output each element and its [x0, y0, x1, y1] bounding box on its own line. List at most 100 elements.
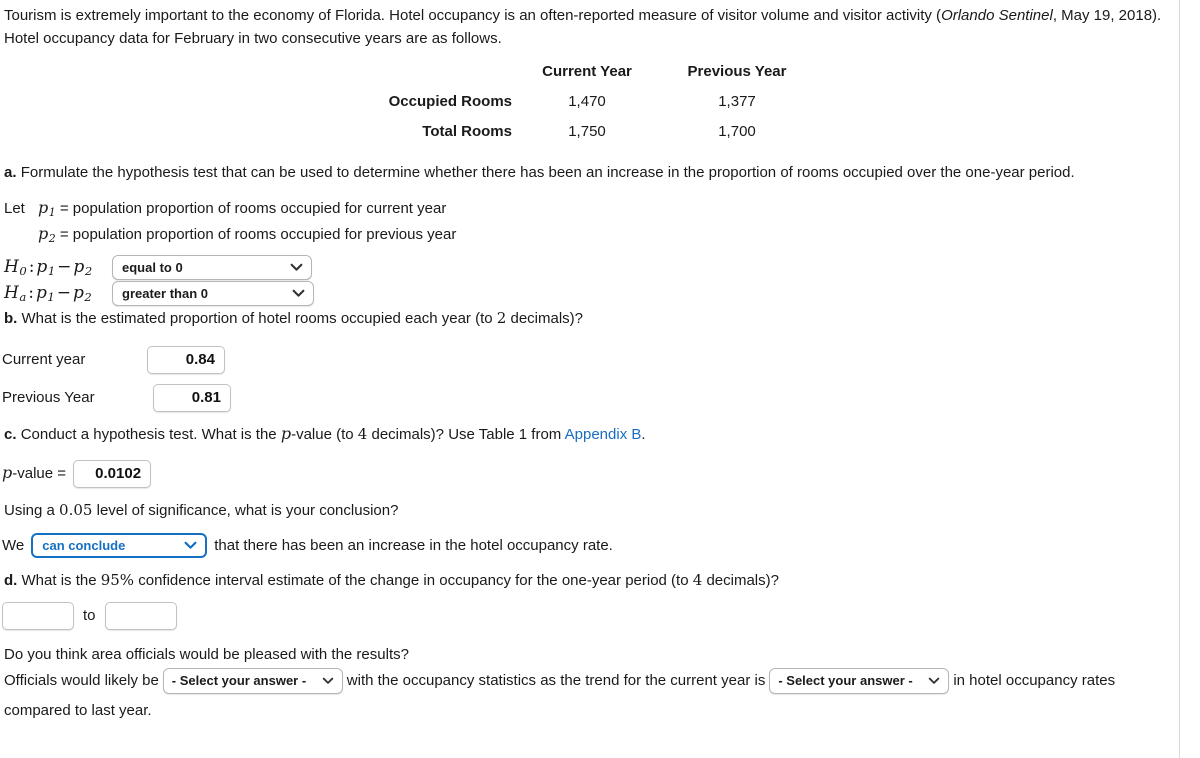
- confidence-interval-row: to: [2, 602, 1200, 631]
- part-d-prompt-post: decimals)?: [702, 571, 779, 589]
- current-year-input-cell: 0.84: [147, 345, 231, 384]
- conclusion-tail-text: that there has been an increase in the h…: [214, 536, 613, 554]
- part-c-prompt-mid: -value (to: [291, 425, 358, 443]
- trend-direction-placeholder: - Select your answer -: [778, 673, 913, 689]
- part-b-marker: b.: [4, 309, 18, 327]
- part-b-prompt-pre: What is the estimated proportion of hote…: [21, 309, 497, 327]
- alternative-hypothesis-select[interactable]: greater than 0: [112, 281, 314, 306]
- part-c-prompt-pre: Conduct a hypothesis test. What is the: [20, 425, 281, 443]
- part-d-prompt-mid: confidence interval estimate of the chan…: [134, 571, 693, 589]
- p-italic-symbol: p: [280, 423, 292, 443]
- current-year-proportion-input[interactable]: 0.84: [147, 345, 225, 374]
- current-year-label: Current year: [2, 351, 86, 369]
- part-d-decimals: 4: [692, 570, 703, 589]
- chevron-down-icon: [322, 669, 334, 693]
- intro-text-before: Tourism is extremely important to the ec…: [4, 7, 942, 24]
- proportion-row-current-year: Current year 0.84: [2, 345, 231, 384]
- officials-question: Do you think area officials would be ple…: [4, 646, 409, 664]
- worksheet-page: Tourism is extremely important to the ec…: [0, 0, 1200, 758]
- null-hypothesis-row: H0: p1− p2 equal to 0: [4, 255, 1200, 281]
- officials-sentiment-select[interactable]: - Select your answer -: [162, 668, 343, 695]
- p1-symbol: p1: [38, 197, 56, 219]
- table-row: Total Rooms 1,750 1,700: [2, 117, 812, 147]
- significance-question: Using a 0.05 level of significance, what…: [2, 499, 1200, 522]
- chevron-down-icon: [292, 282, 305, 305]
- occupied-rooms-previous: 1,377: [718, 92, 756, 110]
- officials-statement: Officials would likely be - Select your a…: [2, 666, 1200, 726]
- p-value-label-symbol: p: [2, 463, 13, 483]
- previous-year-input-cell: 0.81: [147, 383, 231, 422]
- viewport-right-rule: [1179, 0, 1180, 758]
- part-d-prompt: d. What is the 95% confidence interval e…: [2, 569, 1200, 592]
- conclusion-select[interactable]: can conclude: [31, 532, 208, 558]
- h0-math-expression: H0: p1− p2: [4, 256, 93, 279]
- part-d-confidence-level: 95%: [100, 570, 135, 589]
- table-corner-cell: [2, 57, 512, 87]
- appendix-b-link[interactable]: Appendix B: [565, 426, 642, 443]
- officials-sentiment-placeholder: - Select your answer -: [171, 673, 307, 689]
- occupied-rooms-current: 1,470: [568, 92, 606, 110]
- confidence-interval-upper-input[interactable]: [104, 602, 177, 631]
- p-value-input[interactable]: 0.0102: [73, 459, 152, 488]
- variable-definition-p1: Let p1 = population proportion of rooms o…: [4, 196, 1200, 222]
- table-header-row: Current Year Previous Year: [2, 57, 812, 87]
- p1-definition-text: = population proportion of rooms occupie…: [59, 199, 447, 217]
- row-label-occupied-rooms: Occupied Rooms: [388, 92, 512, 110]
- intro-source-name: Orlando Sentinel: [941, 7, 1053, 24]
- let-label: Let: [4, 199, 25, 217]
- variable-definition-p2: p2 = population proportion of rooms occu…: [4, 222, 1200, 248]
- part-d-marker: d.: [4, 571, 18, 589]
- occupancy-data-table: Current Year Previous Year Occupied Room…: [2, 57, 812, 147]
- previous-year-proportion-input[interactable]: 0.81: [153, 383, 231, 412]
- estimated-proportions-table: Current year 0.84 Previous Year 0.81: [2, 345, 231, 422]
- part-d-prompt-pre: What is the: [21, 571, 101, 589]
- table-header-current-year: Current Year: [542, 62, 632, 80]
- part-a-prompt: a. Formulate the hypothesis test that ca…: [2, 161, 1200, 184]
- total-rooms-previous: 1,700: [718, 122, 756, 140]
- table-row: Occupied Rooms 1,470 1,377: [2, 87, 812, 117]
- p2-symbol: p2: [38, 223, 56, 245]
- p-value-label-text: -value =: [12, 465, 67, 483]
- officials-mid-text: with the occupancy statistics as the tre…: [346, 672, 766, 690]
- hypothesis-block: H0: p1− p2 equal to 0 Ha: p1− p2 greater tha…: [2, 255, 1200, 307]
- officials-pre-text: Officials would likely be: [4, 672, 159, 690]
- chevron-down-icon: [184, 535, 197, 556]
- confidence-interval-lower-input[interactable]: [2, 602, 74, 631]
- part-a-marker: a.: [4, 163, 17, 181]
- table-header-previous-year: Previous Year: [687, 62, 787, 80]
- p-value-label: p-value =: [2, 461, 66, 486]
- proportion-row-previous-year: Previous Year 0.81: [2, 383, 231, 422]
- trend-direction-select[interactable]: - Select your answer -: [769, 668, 950, 695]
- part-c-prompt: c. Conduct a hypothesis test. What is th…: [2, 422, 1200, 447]
- previous-year-label: Previous Year: [2, 389, 95, 407]
- significance-level: 0.05: [59, 500, 93, 519]
- part-c-prompt-end: .: [641, 425, 646, 443]
- alternative-hypothesis-row: Ha: p1− p2 greater than 0: [4, 281, 1200, 307]
- part-c-marker: c.: [4, 425, 17, 443]
- part-c-decimals: 4: [357, 424, 368, 443]
- significance-pre: Using a: [4, 501, 60, 519]
- row-label-total-rooms: Total Rooms: [422, 122, 512, 140]
- chevron-down-icon: [290, 256, 303, 279]
- conclusion-row: We can conclude that there has been an i…: [2, 532, 1200, 558]
- part-b-decimals: 2: [496, 308, 507, 327]
- p2-definition-text: = population proportion of rooms occupie…: [59, 225, 457, 243]
- part-b-prompt-post: decimals)?: [506, 309, 584, 327]
- conclusion-selected-value: can conclude: [42, 537, 126, 553]
- confidence-interval-between-label: to: [83, 607, 96, 625]
- occupancy-table-wrapper: Current Year Previous Year Occupied Room…: [2, 57, 1200, 147]
- null-hypothesis-selected-value: equal to 0: [122, 260, 183, 275]
- p-value-row: p-value = 0.0102: [2, 459, 1200, 488]
- total-rooms-current: 1,750: [568, 122, 606, 140]
- part-a-definitions: Let p1 = population proportion of rooms o…: [2, 196, 1200, 248]
- ha-math-expression: Ha: p1− p2: [4, 282, 92, 305]
- alternative-hypothesis-selected-value: greater than 0: [122, 286, 208, 301]
- part-a-prompt-text: Formulate the hypothesis test that can b…: [20, 163, 1075, 181]
- chevron-down-icon: [928, 669, 940, 693]
- intro-paragraph: Tourism is extremely important to the ec…: [2, 4, 1200, 51]
- part-b-prompt: b. What is the estimated proportion of h…: [2, 307, 1200, 330]
- part-c-prompt-post: decimals)? Use Table 1 from: [367, 425, 565, 443]
- null-hypothesis-select[interactable]: equal to 0: [112, 255, 312, 280]
- we-label: We: [2, 536, 25, 554]
- significance-post: level of significance, what is your conc…: [92, 501, 399, 519]
